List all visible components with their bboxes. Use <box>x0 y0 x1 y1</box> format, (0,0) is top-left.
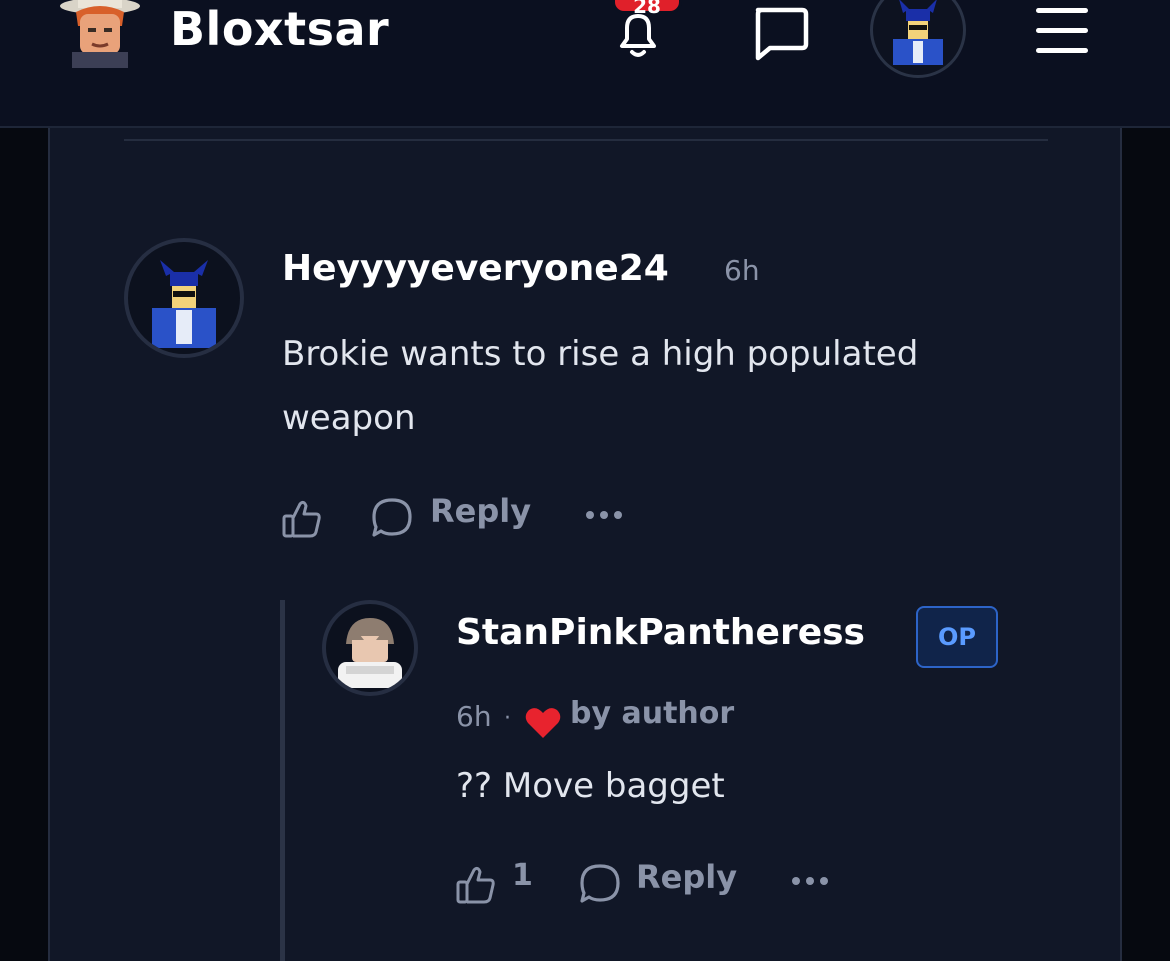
notification-count-badge: 28 <box>612 0 682 18</box>
speech-bubble-icon <box>580 864 620 903</box>
more-options-button[interactable] <box>584 500 628 530</box>
heart-icon <box>524 706 562 740</box>
reply-more-options-button[interactable] <box>790 866 834 896</box>
reply-reply-button[interactable] <box>578 862 622 906</box>
comments-section: Heyyyyeveryone24 6h Brokie wants to rise… <box>48 128 1122 961</box>
site-title[interactable]: Bloxtsar <box>170 2 389 56</box>
reply-username[interactable]: StanPinkPantheress <box>456 612 865 653</box>
like-button[interactable] <box>282 498 322 540</box>
reply-author-avatar[interactable] <box>322 600 418 696</box>
messages-button[interactable] <box>748 4 812 64</box>
top-bar: Bloxtsar 28 <box>0 0 1170 128</box>
menu-icon <box>1036 8 1088 53</box>
reply-body: ?? Move bagget <box>456 766 725 806</box>
site-logo-avatar[interactable] <box>58 0 142 68</box>
notifications-button[interactable]: 28 <box>598 0 682 64</box>
speech-bubble-icon <box>372 498 412 537</box>
reply-reply-label[interactable]: Reply <box>636 858 737 896</box>
left-gutter <box>0 128 48 961</box>
reply-like-button[interactable] <box>456 864 496 906</box>
reply-like-count: 1 <box>512 858 533 893</box>
commenter-avatar[interactable] <box>124 238 244 358</box>
chat-icon <box>755 7 809 61</box>
reply-thread-line <box>280 600 285 961</box>
ellipsis-icon <box>792 877 828 885</box>
comment-username[interactable]: Heyyyyeveryone24 <box>282 248 669 289</box>
comment-timestamp: 6h <box>724 254 760 287</box>
liked-by-author-label: by author <box>570 696 735 731</box>
op-badge: OP <box>916 606 998 668</box>
reply-label[interactable]: Reply <box>430 492 531 530</box>
main-menu-button[interactable] <box>1032 4 1092 58</box>
comment-body: Brokie wants to rise a high populated we… <box>282 334 919 438</box>
thumbs-up-icon <box>456 866 495 904</box>
meta-separator: · <box>504 706 511 731</box>
section-divider <box>124 139 1048 141</box>
right-gutter <box>1122 128 1170 961</box>
thumbs-up-icon <box>282 500 321 538</box>
reply-timestamp: 6h <box>456 700 492 733</box>
user-profile-avatar[interactable] <box>870 0 966 78</box>
reply-button[interactable] <box>370 496 414 540</box>
ellipsis-icon <box>586 511 622 519</box>
